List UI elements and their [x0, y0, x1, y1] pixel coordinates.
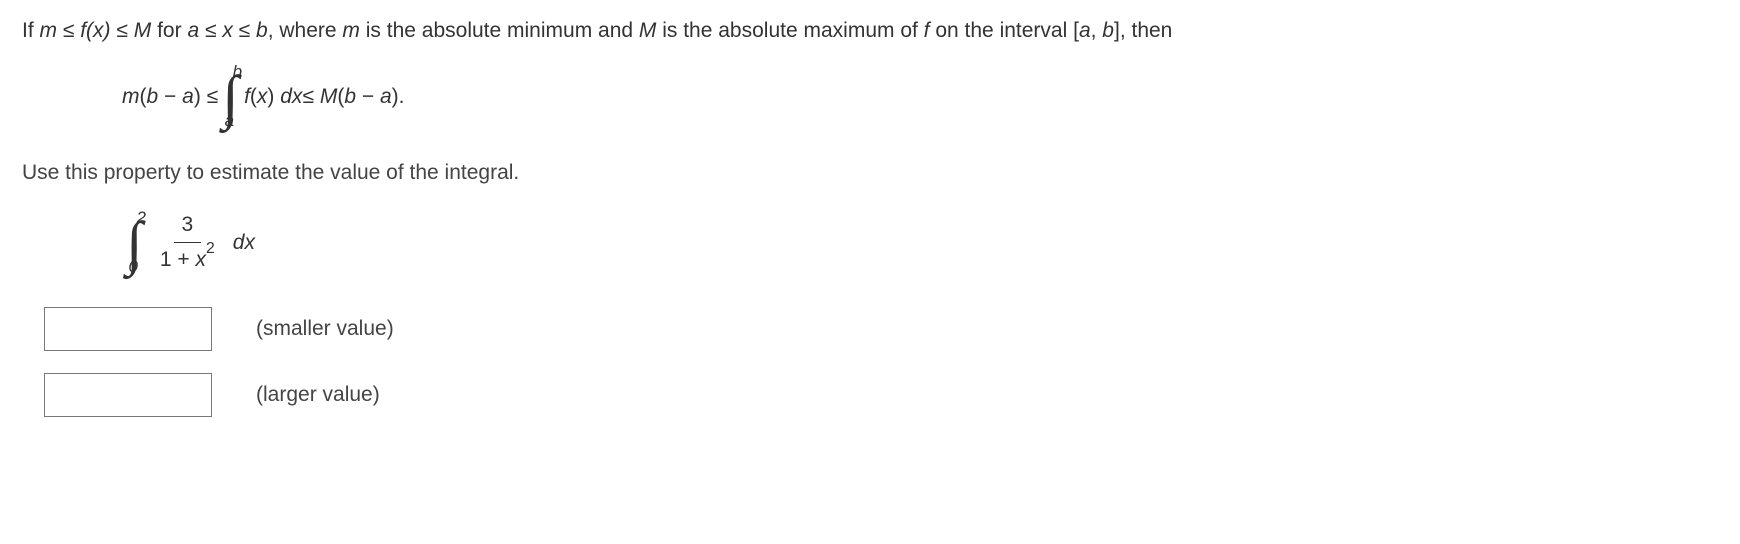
larger-value-label: (larger value)	[256, 380, 380, 410]
var-a: a	[1079, 19, 1091, 42]
func-fx: f(x)	[80, 19, 110, 42]
numerator: 3	[174, 210, 202, 243]
paren: (	[140, 85, 147, 108]
text-end: ], then	[1114, 19, 1172, 42]
larger-value-row: (larger value)	[44, 373, 1718, 417]
var-b: b	[344, 85, 356, 108]
var-x: x	[222, 19, 233, 42]
var-M: M	[320, 85, 338, 108]
var-M: M	[639, 19, 657, 42]
le: ≤	[111, 19, 134, 42]
exponent: 2	[206, 240, 215, 257]
lower-limit: 0	[128, 255, 145, 280]
text-mid: is the absolute maximum of	[656, 19, 923, 42]
rhs: ≤ M(b − a).	[302, 82, 404, 112]
denominator: 1 + x2	[152, 243, 223, 275]
dx: dx	[280, 85, 302, 108]
var-b: b	[256, 19, 268, 42]
dx: dx	[233, 228, 255, 258]
minus: −	[158, 85, 182, 108]
paren: )	[267, 85, 280, 108]
instruction-text: Use this property to estimate the value …	[22, 158, 1718, 188]
var-m: m	[40, 19, 58, 42]
lower-limit: a	[225, 109, 242, 134]
intro-text: If	[22, 19, 40, 42]
var-a: a	[380, 85, 392, 108]
upper-limit: 2	[136, 206, 145, 231]
text-for: for	[151, 19, 187, 42]
integral-limits: b a	[235, 60, 242, 133]
var-x: x	[257, 85, 268, 108]
var-M: M	[134, 19, 152, 42]
integral-symbol: ∫ 2 0	[126, 206, 146, 279]
property-inequality: m(b − a) ≤ ∫ b a f(x) dx ≤ M(b − a).	[122, 60, 1718, 133]
le: ≤	[233, 19, 256, 42]
integrand: f(x) dx	[244, 82, 302, 112]
text-mid: on the interval [	[930, 19, 1079, 42]
paren: (	[250, 85, 257, 108]
var-m: m	[122, 85, 140, 108]
integral-symbol: ∫ b a	[222, 60, 242, 133]
text-where: , where	[268, 19, 343, 42]
minus: −	[356, 85, 380, 108]
integral-limits: 2 0	[138, 206, 145, 279]
paren-dot: ).	[392, 85, 405, 108]
var-m: m	[342, 19, 360, 42]
var-a: a	[187, 19, 199, 42]
le: ≤	[302, 85, 319, 108]
problem-integral: ∫ 2 0 3 1 + x2 dx	[122, 206, 1718, 279]
lhs: m(b − a) ≤	[122, 82, 218, 112]
answer-section: (smaller value) (larger value)	[44, 307, 1718, 417]
var-a: a	[182, 85, 194, 108]
problem-intro: If m ≤ f(x) ≤ M for a ≤ x ≤ b, where m i…	[22, 16, 1718, 46]
le: ≤	[199, 19, 222, 42]
upper-limit: b	[233, 60, 242, 85]
var-x: x	[196, 248, 207, 271]
smaller-value-input[interactable]	[44, 307, 212, 351]
fraction: 3 1 + x2	[152, 210, 223, 276]
larger-value-input[interactable]	[44, 373, 212, 417]
text-mid: is the absolute minimum and	[360, 19, 639, 42]
var-b: b	[147, 85, 159, 108]
text-comma: ,	[1091, 19, 1103, 42]
var-b: b	[1102, 19, 1114, 42]
den-const: 1 +	[160, 248, 196, 271]
smaller-value-row: (smaller value)	[44, 307, 1718, 351]
smaller-value-label: (smaller value)	[256, 314, 394, 344]
paren-le: ) ≤	[194, 85, 218, 108]
le: ≤	[57, 19, 80, 42]
